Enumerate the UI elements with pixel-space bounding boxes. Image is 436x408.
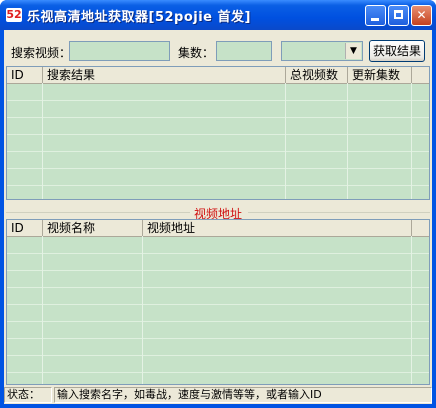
chevron-down-icon[interactable]: ▼ [345,43,361,59]
status-label: 状态： [4,387,52,403]
grid-row-line [7,100,429,118]
fetch-results-button[interactable]: 获取结果 [369,40,425,62]
grid-column-line [142,236,143,384]
grid-row-line [7,185,429,199]
grid-row-line [7,134,429,152]
grid-column-line [42,236,43,384]
app-window: 52 乐视高清地址获取器[52pojie 首发] ✕ 搜索视频： 集数： ▼ 获… [0,0,436,408]
close-button[interactable]: ✕ [411,5,432,26]
title-bar[interactable]: 52 乐视高清地址获取器[52pojie 首发] ✕ [0,0,436,30]
status-bar: 状态： 输入搜索名字，如毒战，速度与激情等等，或者输入ID [4,386,432,404]
app-icon: 52 [6,8,22,22]
grid-row-line [7,304,429,322]
grid-row-line [7,117,429,135]
grid-row-line [7,253,429,271]
column-header-id[interactable]: ID [7,67,43,83]
column-header-search-result[interactable]: 搜索结果 [43,67,286,83]
search-results-header: ID 搜索结果 总视频数 更新集数 [7,67,429,84]
grid-row-line [7,236,429,254]
status-text: 输入搜索名字，如毒战，速度与激情等等，或者输入ID [54,387,432,403]
maximize-icon [394,10,403,19]
minimize-icon [371,18,379,21]
window-title: 乐视高清地址获取器[52pojie 首发] [27,10,251,25]
group-divider-right [248,212,430,213]
grid-row-line [7,355,429,373]
grid-column-line [285,83,286,199]
maximize-button[interactable] [388,5,409,26]
grid-row-line [7,338,429,356]
grid-column-line [42,83,43,199]
video-search-label: 搜索视频： [11,46,72,60]
grid-row-line [7,372,429,384]
grid-column-line [411,236,412,384]
video-url-list[interactable]: ID 视频名称 视频地址 [6,219,430,385]
column-header-url-id[interactable]: ID [7,220,43,236]
search-results-list[interactable]: ID 搜索结果 总视频数 更新集数 [6,66,430,200]
grid-row-line [7,83,429,101]
grid-row-line [7,151,429,169]
grid-column-line [411,83,412,199]
grid-row-line [7,321,429,339]
column-header-video-name[interactable]: 视频名称 [43,220,143,236]
episodes-input[interactable] [216,41,272,61]
column-header-total-videos[interactable]: 总视频数 [286,67,348,83]
grid-row-line [7,168,429,186]
close-icon: ✕ [416,8,427,22]
grid-row-line [7,287,429,305]
column-header-video-url[interactable]: 视频地址 [143,220,412,236]
episodes-label: 集数： [178,46,215,60]
video-url-header: ID 视频名称 视频地址 [7,220,429,237]
group-divider-left [6,212,190,213]
grid-column-line [347,83,348,199]
episode-select[interactable]: ▼ [281,41,363,61]
client-area: 搜索视频： 集数： ▼ 获取结果 ID 搜索结果 总视频数 更新集数 视频地址 … [4,30,432,404]
minimize-button[interactable] [365,5,386,26]
grid-row-line [7,270,429,288]
column-header-updated-episodes[interactable]: 更新集数 [348,67,412,83]
video-search-input[interactable] [69,41,170,61]
